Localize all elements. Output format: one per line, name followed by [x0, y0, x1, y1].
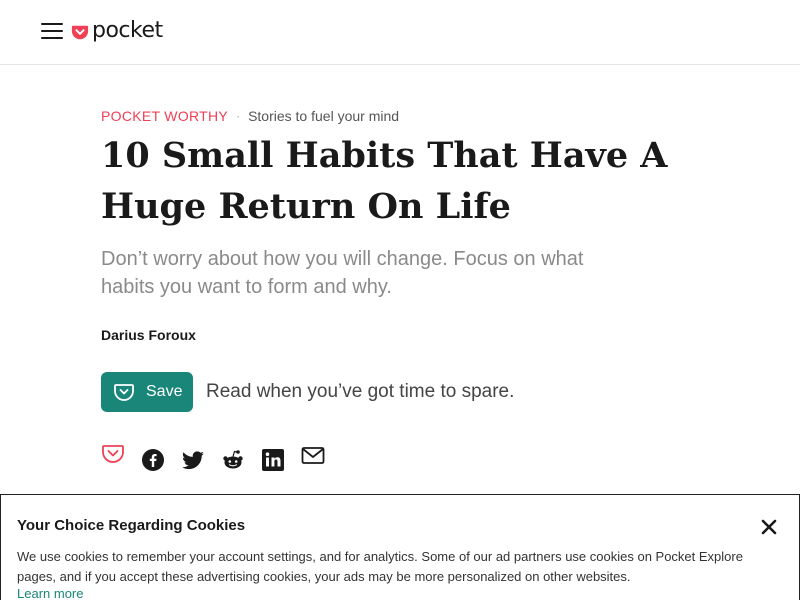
close-icon[interactable] — [759, 517, 779, 537]
save-row: Save Read when you’ve got time to spare. — [101, 372, 514, 412]
save-note: Read when you’ve got time to spare. — [206, 381, 515, 402]
pocket-icon[interactable] — [101, 442, 125, 466]
cookie-panel-title: Your Choice Regarding Cookies — [17, 517, 246, 534]
pocket-logo[interactable]: pocket — [71, 18, 163, 43]
cookie-panel-text: We use cookies to remember your account … — [17, 549, 743, 584]
pocket-logo-icon — [71, 25, 89, 40]
facebook-icon[interactable] — [141, 448, 165, 472]
article-eyebrow: POCKET WORTHY · Stories to fuel your min… — [101, 108, 399, 124]
logo-text: pocket — [92, 18, 163, 43]
cookie-consent-panel: Your Choice Regarding Cookies We use coo… — [0, 494, 800, 600]
save-button[interactable]: Save — [101, 372, 193, 412]
article-subtitle: Don’t worry about how you will change. F… — [101, 248, 584, 298]
learn-more-link[interactable]: Learn more — [17, 586, 83, 600]
article-title: 10 Small Habits That Have A Huge Return … — [101, 135, 668, 227]
reddit-icon[interactable] — [221, 448, 245, 472]
pocket-save-icon — [114, 384, 134, 401]
linkedin-icon[interactable] — [261, 448, 285, 472]
site-header: pocket — [0, 0, 800, 65]
eyebrow-brand[interactable]: POCKET WORTHY — [101, 108, 228, 124]
twitter-icon[interactable] — [181, 448, 205, 472]
email-icon[interactable] — [301, 444, 325, 468]
eyebrow-separator: · — [236, 109, 241, 123]
article-author: Darius Foroux — [101, 327, 196, 343]
save-button-label: Save — [146, 383, 183, 400]
hamburger-menu-icon[interactable] — [41, 23, 63, 41]
eyebrow-tag: Stories to fuel your mind — [248, 108, 400, 124]
